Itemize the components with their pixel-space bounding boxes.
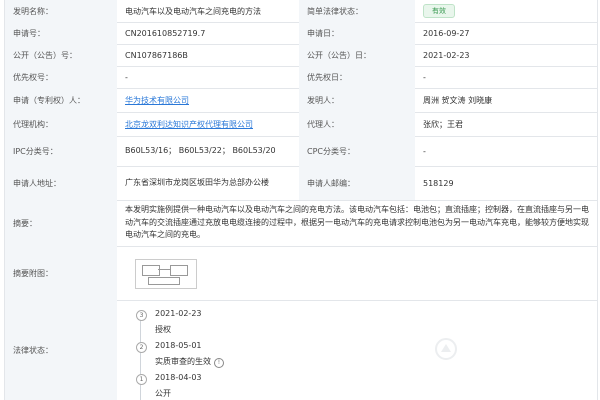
pub-date-value: 2021-02-23 bbox=[423, 50, 470, 60]
app-no-label: 申请号： bbox=[5, 22, 117, 44]
title-value: 电动汽车以及电动汽车之间充电的方法 bbox=[125, 6, 261, 16]
event-date: 2021-02-23 bbox=[155, 309, 202, 318]
timeline-step-1: 1 bbox=[136, 374, 147, 385]
abstract-label: 摘要： bbox=[5, 200, 117, 246]
abstract-text: 本发明实施例提供一种电动汽车以及电动汽车之间的充电方法。该电动汽车包括：电池包；… bbox=[125, 205, 589, 239]
ipc-value: B60L53/16； B60L53/22； B60L53/20 bbox=[125, 146, 276, 155]
event-name-with-info: 实质审查的生效! bbox=[155, 356, 224, 368]
postcode-value: 518129 bbox=[423, 178, 454, 188]
legal-label: 法律状态： bbox=[5, 300, 117, 400]
timeline-step-3: 3 bbox=[136, 310, 147, 321]
title-label: 发明名称： bbox=[5, 0, 117, 22]
applicant-link[interactable]: 华为技术有限公司 bbox=[125, 95, 189, 106]
row-title: 发明名称： 电动汽车以及电动汽车之间充电的方法 简单法律状态： 有效 bbox=[5, 0, 597, 23]
agency-label: 代理机构： bbox=[5, 112, 117, 136]
pub-date-label: 公开（公告）日： bbox=[299, 44, 415, 66]
patent-detail-table: 发明名称： 电动汽车以及电动汽车之间充电的方法 简单法律状态： 有效 申请号： … bbox=[4, 0, 598, 400]
priority-no-label: 优先权号： bbox=[5, 66, 117, 88]
priority-date-value: - bbox=[423, 72, 426, 82]
status-badge: 有效 bbox=[423, 4, 455, 18]
event-name: 公开 bbox=[155, 389, 171, 398]
cpc-value: - bbox=[423, 146, 426, 156]
postcode-label: 申请人邮编： bbox=[299, 166, 415, 200]
address-value: 广东省深圳市龙岗区坂田华为总部办公楼 bbox=[125, 178, 269, 187]
row-application: 申请号： CN201610852719.7 申请日： 2016-09-27 bbox=[5, 22, 597, 45]
event-date: 2018-04-03 bbox=[155, 373, 202, 382]
row-figure: 摘要附图： bbox=[5, 246, 597, 301]
status-cell: 有效 bbox=[415, 0, 597, 22]
row-applicant: 申请（专利权）人： 华为技术有限公司 发明人： 周洲 贺文涛 刘晓康 bbox=[5, 88, 597, 113]
figure-label: 摘要附图： bbox=[5, 246, 117, 300]
pub-no-value: CN107867186B bbox=[125, 50, 188, 60]
ipc-label: IPC分类号： bbox=[5, 136, 117, 166]
inventor-value: 周洲 贺文涛 刘晓康 bbox=[423, 95, 493, 105]
app-no-value: CN201610852719.7 bbox=[125, 28, 206, 38]
agent-value: 张欣；王君 bbox=[423, 119, 463, 129]
app-date-value: 2016-09-27 bbox=[423, 28, 470, 38]
row-classification: IPC分类号： B60L53/16； B60L53/22； B60L53/20 … bbox=[5, 136, 597, 167]
info-icon[interactable]: ! bbox=[214, 358, 224, 368]
watermark-icon bbox=[435, 338, 457, 360]
app-date-label: 申请日： bbox=[299, 22, 415, 44]
timeline-step-2: 2 bbox=[136, 342, 147, 353]
row-priority: 优先权号： - 优先权日： - bbox=[5, 66, 597, 89]
event-name: 实质审查的生效 bbox=[155, 357, 211, 366]
agency-cell: 北京龙双利达知识产权代理有限公司 bbox=[117, 112, 299, 136]
row-agency: 代理机构： 北京龙双利达知识产权代理有限公司 代理人： 张欣；王君 bbox=[5, 112, 597, 137]
pub-no-label: 公开（公告）号： bbox=[5, 44, 117, 66]
row-publication: 公开（公告）号： CN107867186B 公开（公告）日： 2021-02-2… bbox=[5, 44, 597, 67]
priority-date-label: 优先权日： bbox=[299, 66, 415, 88]
agent-label: 代理人： bbox=[299, 112, 415, 136]
watermark-logo bbox=[435, 336, 565, 362]
applicant-cell: 华为技术有限公司 bbox=[117, 88, 299, 112]
applicant-label: 申请（专利权）人： bbox=[5, 88, 117, 112]
event-date: 2018-05-01 bbox=[155, 341, 202, 350]
event-name: 授权 bbox=[155, 325, 171, 334]
status-label: 简单法律状态： bbox=[299, 0, 415, 22]
agency-link[interactable]: 北京龙双利达知识产权代理有限公司 bbox=[125, 119, 253, 130]
cpc-label: CPC分类号： bbox=[299, 136, 415, 166]
inventor-label: 发明人： bbox=[299, 88, 415, 112]
timeline-line bbox=[140, 316, 141, 400]
priority-no-value: - bbox=[125, 72, 128, 82]
abstract-figure-thumbnail[interactable] bbox=[135, 259, 197, 289]
row-abstract: 摘要： 本发明实施例提供一种电动汽车以及电动汽车之间的充电方法。该电动汽车包括：… bbox=[5, 200, 597, 247]
address-label: 申请人地址： bbox=[5, 166, 117, 200]
row-address: 申请人地址： 广东省深圳市龙岗区坂田华为总部办公楼 申请人邮编： 518129 bbox=[5, 166, 597, 201]
